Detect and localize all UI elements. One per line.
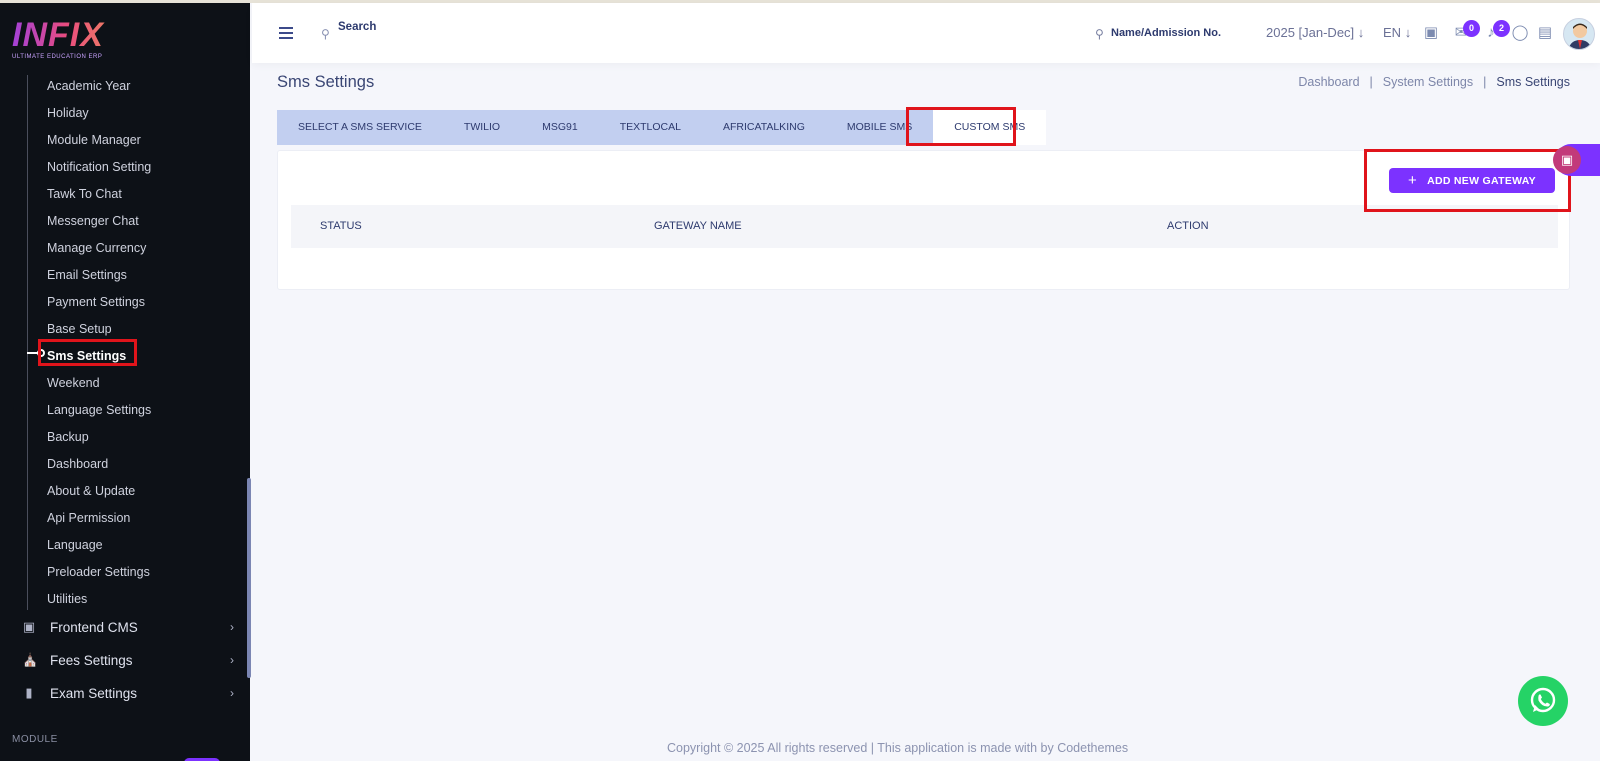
highlight-box-sms-settings — [38, 339, 137, 366]
brand-logo[interactable]: INFIX ULTIMATE EDUCATION ERP — [12, 17, 122, 63]
sidebar-item-holiday[interactable]: Holiday — [47, 100, 151, 127]
sidebar-item-api-permission[interactable]: Api Permission — [47, 505, 151, 532]
sidebar-item-email-settings[interactable]: Email Settings — [47, 262, 151, 289]
tab-africatalking[interactable]: AFRICATALKING — [702, 110, 826, 145]
footer-copyright: Copyright © 2025 All rights reserved | T… — [667, 741, 1129, 755]
breadcrumb: Dashboard | System Settings | Sms Settin… — [1298, 75, 1570, 89]
tab-textlocal[interactable]: TEXTLOCAL — [599, 110, 702, 145]
search-icon: ⚲ — [321, 27, 330, 41]
globe-icon[interactable]: ◯ — [1511, 24, 1529, 42]
chevron-right-icon: › — [230, 620, 234, 634]
highlight-box-add-gateway — [1364, 149, 1571, 212]
sidebar-group-exam-settings[interactable]: ▮ Exam Settings › — [22, 678, 234, 708]
sidebar-item-notification-setting[interactable]: Notification Setting — [47, 154, 151, 181]
breadcrumb-separator: | — [1369, 75, 1373, 89]
whatsapp-icon — [1530, 687, 1556, 713]
robot-icon[interactable]: ▣ — [1422, 24, 1440, 42]
language-select[interactable]: EN ↓ — [1383, 25, 1411, 40]
column-header-gateway-name[interactable]: GATEWAY NAME — [654, 220, 742, 232]
submenu-guide-line — [27, 75, 28, 610]
sidebar-scrollbar[interactable] — [247, 478, 251, 678]
sidebar-group-label: Fees Settings — [50, 652, 133, 668]
sidebar-item-manage-currency[interactable]: Manage Currency — [47, 235, 151, 262]
search-input[interactable]: Search — [338, 21, 376, 33]
chevron-right-icon: › — [230, 653, 234, 667]
breadcrumb-current: Sms Settings — [1496, 75, 1570, 89]
breadcrumb-system-settings[interactable]: System Settings — [1383, 75, 1473, 89]
sidebar-item-dashboard[interactable]: Dashboard — [47, 451, 151, 478]
tab-msg91[interactable]: MSG91 — [521, 110, 599, 145]
academic-year-value: 2025 [Jan-Dec] — [1266, 25, 1355, 40]
arrow-down-icon: ↓ — [1404, 25, 1412, 40]
student-search-input[interactable]: Name/Admission No. — [1111, 27, 1221, 39]
brand-name: INFIX — [12, 17, 122, 53]
chevron-right-icon: › — [230, 686, 234, 700]
menu-toggle-icon[interactable] — [279, 27, 293, 39]
sidebar-item-about-update[interactable]: About & Update — [47, 478, 151, 505]
sidebar-group-frontend-cms[interactable]: ▣ Frontend CMS › — [22, 612, 234, 642]
sidebar-item-weekend[interactable]: Weekend — [47, 370, 151, 397]
sidebar-item-payment-settings[interactable]: Payment Settings — [47, 289, 151, 316]
notification-count-badge: 2 — [1493, 20, 1510, 37]
sidebar-group-label: Exam Settings — [50, 685, 138, 701]
sidebar-item-academic-year[interactable]: Academic Year — [47, 73, 151, 100]
page-title: Sms Settings — [277, 73, 375, 91]
sidebar-item-messenger-chat[interactable]: Messenger Chat — [47, 208, 151, 235]
bank-icon: ⛪ — [22, 652, 39, 667]
column-header-action: ACTION — [1167, 220, 1209, 232]
sidebar-item-language-settings[interactable]: Language Settings — [47, 397, 151, 424]
whatsapp-button[interactable] — [1518, 676, 1568, 726]
arrow-down-icon: ↓ — [1357, 25, 1365, 40]
avatar-image — [1568, 23, 1592, 49]
column-header-status[interactable]: STATUS — [320, 220, 362, 232]
academic-year-select[interactable]: 2025 [Jan-Dec] ↓ — [1266, 25, 1364, 40]
sms-service-tabs: SELECT A SMS SERVICE TWILIO MSG91 TEXTLO… — [277, 110, 1047, 145]
breadcrumb-separator: | — [1483, 75, 1487, 89]
sidebar-group-fees-settings[interactable]: ⛪ Fees Settings › — [22, 645, 234, 675]
book-icon: ▮ — [25, 685, 33, 700]
sidebar-section-label: MODULE — [12, 734, 58, 745]
top-header: ⚲ Search ⚲ Name/Admission No. 2025 [Jan-… — [252, 3, 1600, 63]
sidebar-item-language[interactable]: Language — [47, 532, 151, 559]
tab-select-sms-service[interactable]: SELECT A SMS SERVICE — [277, 110, 443, 145]
gift-icon[interactable]: ▣ — [1553, 146, 1581, 174]
language-value: EN — [1383, 25, 1402, 40]
sidebar-group-label: Frontend CMS — [50, 619, 138, 635]
sidebar-item-module-manager[interactable]: Module Manager — [47, 127, 151, 154]
sidebar-item-backup[interactable]: Backup — [47, 424, 151, 451]
sidebar-item-tawk-to-chat[interactable]: Tawk To Chat — [47, 181, 151, 208]
monitor-icon: ▣ — [22, 619, 36, 634]
chat-count-badge: 0 — [1463, 20, 1480, 37]
brand-tagline: ULTIMATE EDUCATION ERP — [12, 54, 103, 60]
search-icon: ⚲ — [1095, 27, 1104, 41]
breadcrumb-dashboard[interactable]: Dashboard — [1298, 75, 1359, 89]
sidebar: INFIX ULTIMATE EDUCATION ERP Academic Ye… — [0, 3, 250, 761]
avatar[interactable] — [1563, 18, 1595, 50]
sidebar-item-utilities[interactable]: Utilities — [47, 586, 151, 613]
chart-icon[interactable]: ▤ — [1536, 24, 1554, 42]
tab-twilio[interactable]: TWILIO — [443, 110, 521, 145]
highlight-box-custom-sms-tab — [906, 107, 1016, 146]
sidebar-item-preloader-settings[interactable]: Preloader Settings — [47, 559, 151, 586]
